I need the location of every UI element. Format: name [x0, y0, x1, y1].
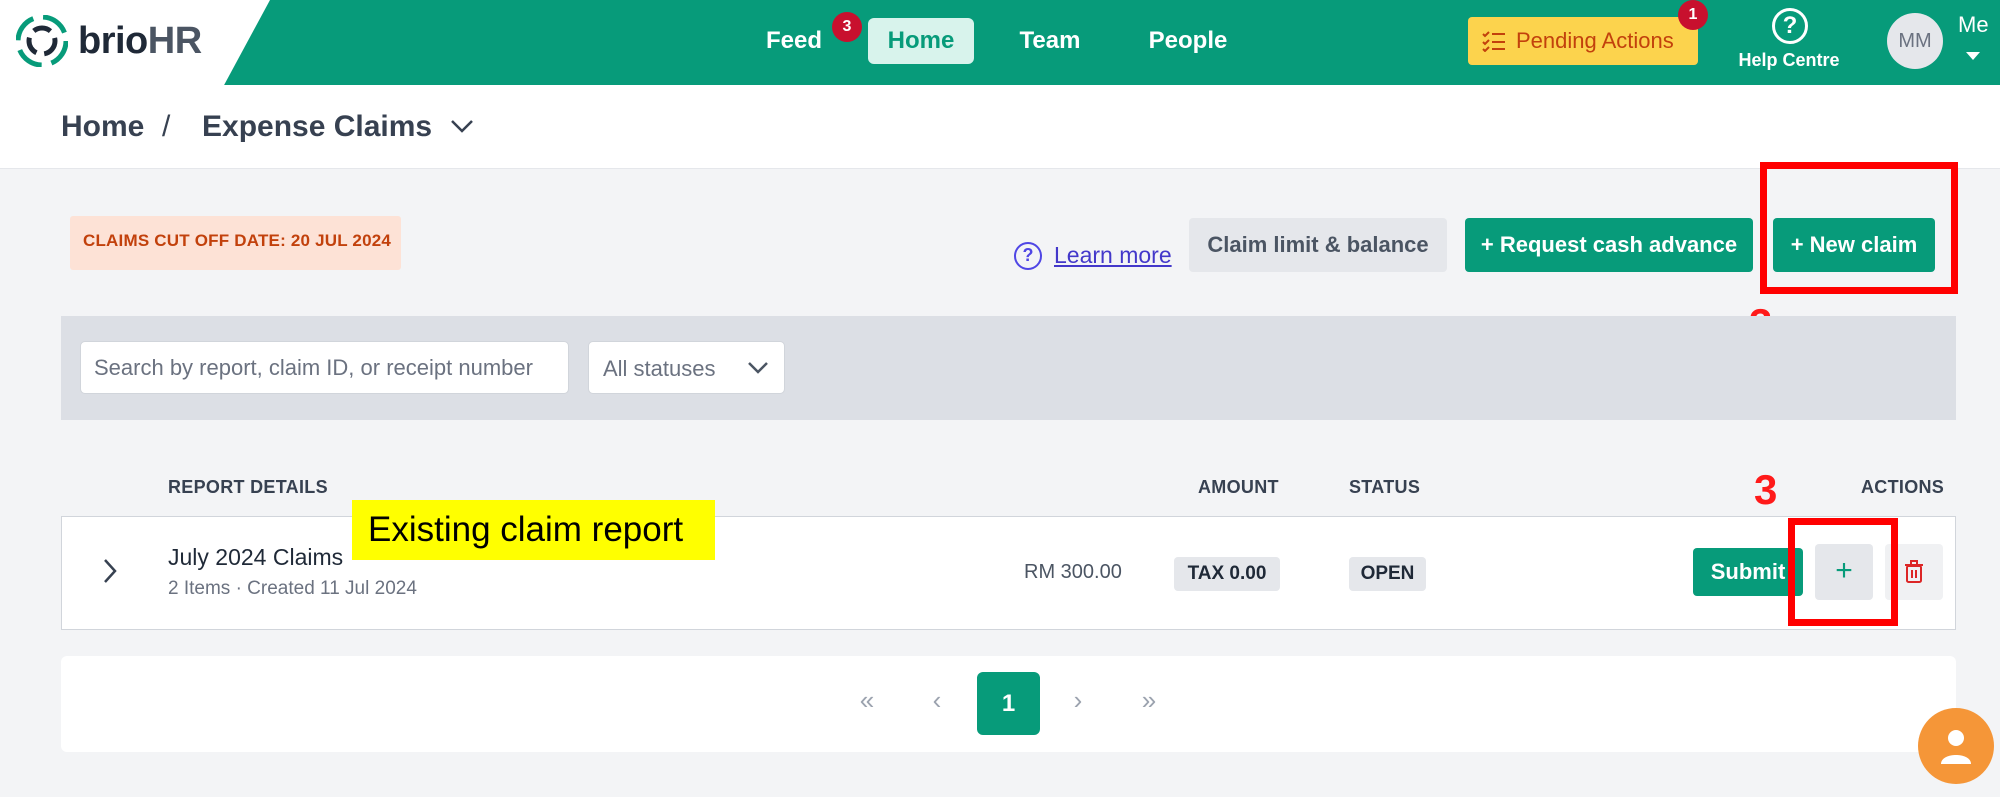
column-header-amount: AMOUNT	[1198, 477, 1279, 497]
pending-actions-badge: 1	[1678, 0, 1708, 30]
brand-suffix: HR	[147, 20, 202, 62]
pending-actions-button[interactable]: Pending Actions	[1468, 17, 1698, 65]
feed-badge: 3	[832, 12, 862, 42]
help-icon: ?	[1772, 8, 1808, 44]
brand-main: brio	[78, 20, 148, 62]
checklist-icon	[1482, 31, 1505, 52]
breadcrumb-home[interactable]: Home	[61, 110, 144, 144]
help-circle-icon[interactable]: ?	[1014, 242, 1042, 270]
help-centre-label: Help Centre	[1738, 50, 1840, 70]
breadcrumb-current: Expense Claims	[202, 110, 433, 143]
help-centre-button[interactable]: ? Help Centre	[1736, 6, 1842, 76]
last-page-button[interactable]: »	[1129, 685, 1169, 716]
claims-cutoff-notice: CLAIMS CUT OFF DATE: 20 JUL 2024	[70, 216, 401, 270]
caret-down-icon[interactable]	[1966, 52, 1980, 60]
table-row	[61, 516, 1956, 630]
claim-limit-button[interactable]: Claim limit & balance	[1189, 218, 1447, 272]
next-page-button[interactable]: ›	[1058, 685, 1098, 716]
report-amount: RM 300.00	[1024, 561, 1122, 583]
brand-logo[interactable]: brioHR	[78, 20, 202, 63]
nav-feed[interactable]: Feed	[760, 18, 828, 64]
highlight-new-claim	[1760, 162, 1958, 294]
breadcrumb-separator: /	[162, 110, 171, 143]
submit-button[interactable]: Submit	[1693, 548, 1803, 596]
status-filter-value: All statuses	[603, 356, 716, 381]
chevron-right-icon[interactable]	[102, 557, 118, 585]
search-input[interactable]	[80, 341, 569, 394]
trash-icon	[1905, 560, 1923, 583]
chevron-down-icon	[748, 362, 768, 374]
column-header-status: STATUS	[1349, 477, 1421, 497]
highlight-add-item	[1788, 518, 1898, 626]
chat-support-button[interactable]	[1918, 708, 1994, 784]
page-1-button[interactable]: 1	[977, 672, 1040, 735]
user-menu-label[interactable]: Me	[1958, 12, 1989, 38]
report-title[interactable]: July 2024 Claims	[168, 544, 343, 571]
pending-actions-label: Pending Actions	[1516, 28, 1674, 53]
status-filter-select[interactable]: All statuses	[588, 341, 785, 394]
person-icon	[1941, 730, 1971, 764]
user-avatar[interactable]: MM	[1887, 13, 1943, 69]
previous-page-button[interactable]: ‹	[917, 685, 957, 716]
column-header-report-details: REPORT DETAILS	[168, 477, 328, 497]
step-number-add-item: 3	[1754, 466, 1778, 513]
learn-more-link[interactable]: Learn more	[1054, 242, 1172, 269]
report-subtitle: 2 Items · Created 11 Jul 2024	[168, 578, 417, 599]
chevron-down-icon[interactable]	[450, 118, 474, 134]
tax-badge: TAX 0.00	[1174, 557, 1280, 591]
brio-logo-icon	[16, 15, 68, 67]
nav-team[interactable]: Team	[1010, 18, 1090, 64]
logo-panel: brioHR	[0, 0, 270, 85]
nav-people[interactable]: People	[1138, 18, 1238, 64]
status-badge: OPEN	[1349, 557, 1426, 591]
existing-claim-annotation: Existing claim report	[352, 500, 715, 560]
first-page-button[interactable]: «	[847, 685, 887, 716]
request-cash-advance-button[interactable]: + Request cash advance	[1465, 218, 1753, 272]
top-navbar: brioHR Feed 3 Home Team People Pending A…	[0, 0, 2000, 85]
nav-home[interactable]: Home	[868, 18, 974, 64]
column-header-actions: ACTIONS	[1861, 477, 1945, 497]
